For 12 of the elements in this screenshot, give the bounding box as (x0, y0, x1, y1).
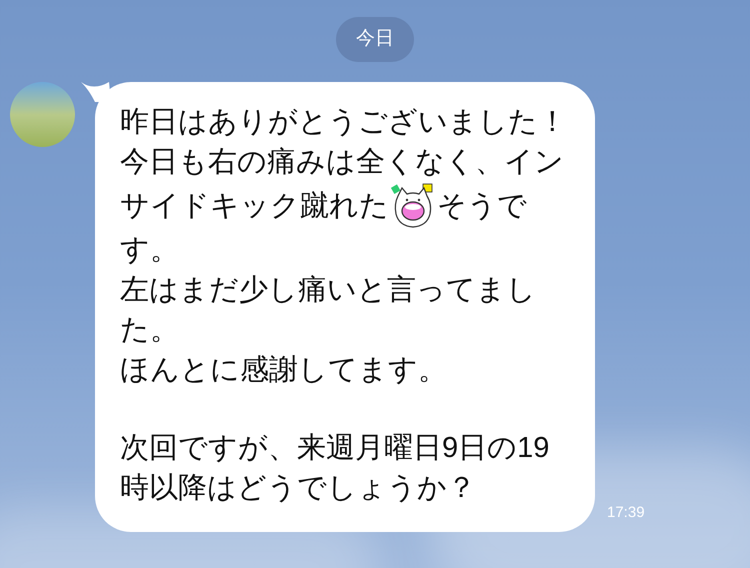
message-text: 今日も右の痛みは全くなく、イン (120, 145, 564, 180)
message-text: そうで (437, 189, 527, 224)
message-text: 時以降はどうでしょうか？ (120, 471, 476, 506)
message-text: 左はまだ少し痛いと言ってまし (120, 273, 536, 308)
message-text: 次回ですが、来週月曜日9日の19 (120, 431, 550, 466)
message-text: 昨日はありがとうございました！ (120, 105, 567, 140)
message-text: す。 (120, 233, 179, 268)
message-text: サイドキック蹴れた (120, 189, 389, 224)
message-text: ほんとに感謝してます。 (120, 353, 447, 388)
message-time: 17:39 (607, 502, 645, 522)
date-label: 今日 (336, 17, 414, 62)
message-text: た。 (120, 313, 179, 348)
